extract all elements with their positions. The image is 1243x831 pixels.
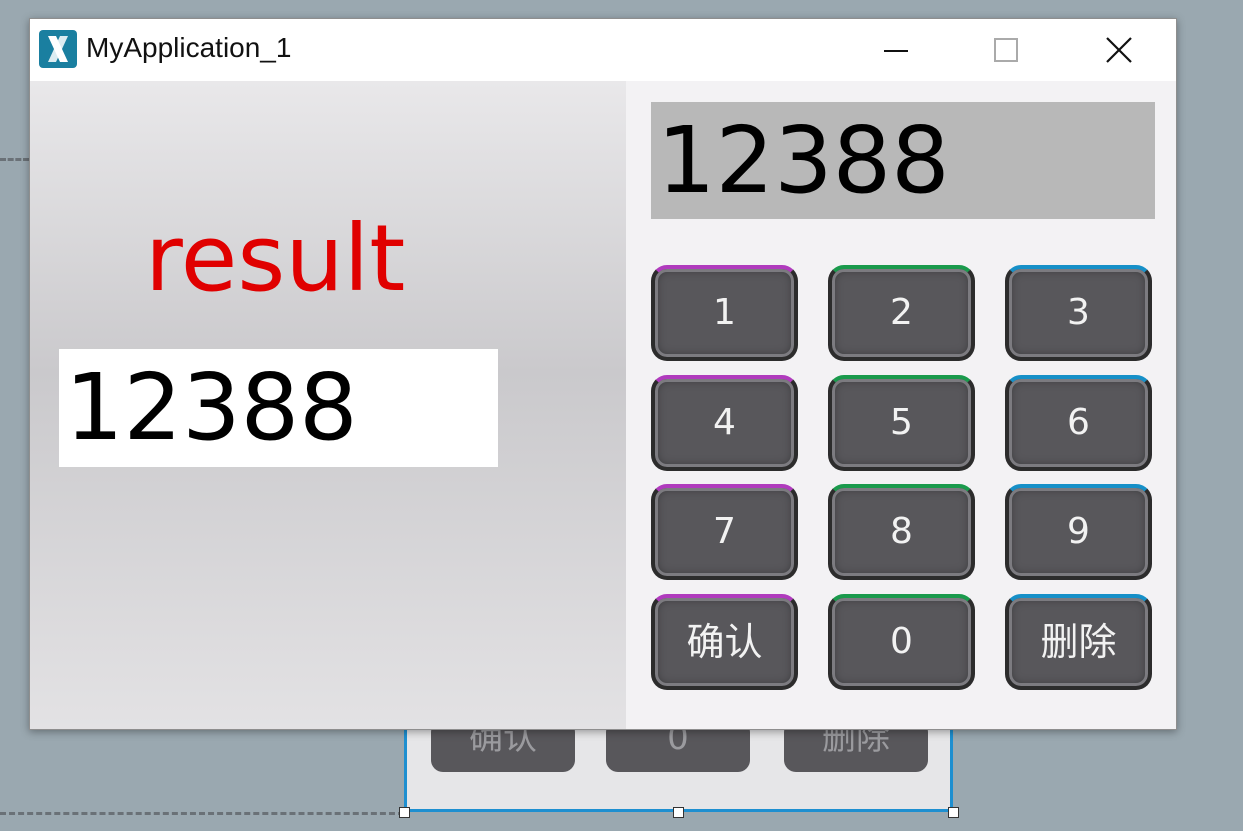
- window-title: MyApplication_1: [86, 32, 292, 63]
- key-0[interactable]: 0: [828, 594, 975, 690]
- result-label: result: [145, 205, 406, 312]
- result-panel: result 12388: [30, 81, 626, 729]
- minimize-icon: [884, 50, 908, 52]
- resize-handle-bottom-right[interactable]: [948, 807, 959, 818]
- input-display: 12388: [651, 102, 1155, 219]
- minimize-button[interactable]: [866, 29, 926, 71]
- key-5[interactable]: 5: [828, 375, 975, 471]
- keypad-panel: 12388 1 2 3 4 5 6 7 8 9 确认 0 删除: [626, 81, 1176, 729]
- key-8[interactable]: 8: [828, 484, 975, 580]
- delete-button[interactable]: 删除: [1005, 594, 1152, 690]
- result-value-field[interactable]: 12388: [59, 349, 498, 467]
- key-2[interactable]: 2: [828, 265, 975, 361]
- key-4[interactable]: 4: [651, 375, 798, 471]
- resize-handle-bottom-center[interactable]: [673, 807, 684, 818]
- key-3[interactable]: 3: [1005, 265, 1152, 361]
- close-icon: [1106, 37, 1132, 63]
- maximize-button[interactable]: [976, 29, 1036, 71]
- key-9[interactable]: 9: [1005, 484, 1152, 580]
- confirm-button[interactable]: 确认: [651, 594, 798, 690]
- canvas-guide-line: [0, 812, 404, 815]
- resize-handle-bottom-left[interactable]: [399, 807, 410, 818]
- title-bar[interactable]: MyApplication_1: [30, 19, 1176, 81]
- maximize-icon: [994, 38, 1018, 62]
- key-6[interactable]: 6: [1005, 375, 1152, 471]
- key-1[interactable]: 1: [651, 265, 798, 361]
- canvas-guide-line: [0, 158, 29, 161]
- x-logo-icon: [39, 30, 77, 68]
- key-7[interactable]: 7: [651, 484, 798, 580]
- close-button[interactable]: [1089, 29, 1149, 71]
- app-window: MyApplication_1 result 12388 12388 1 2 3…: [29, 18, 1177, 730]
